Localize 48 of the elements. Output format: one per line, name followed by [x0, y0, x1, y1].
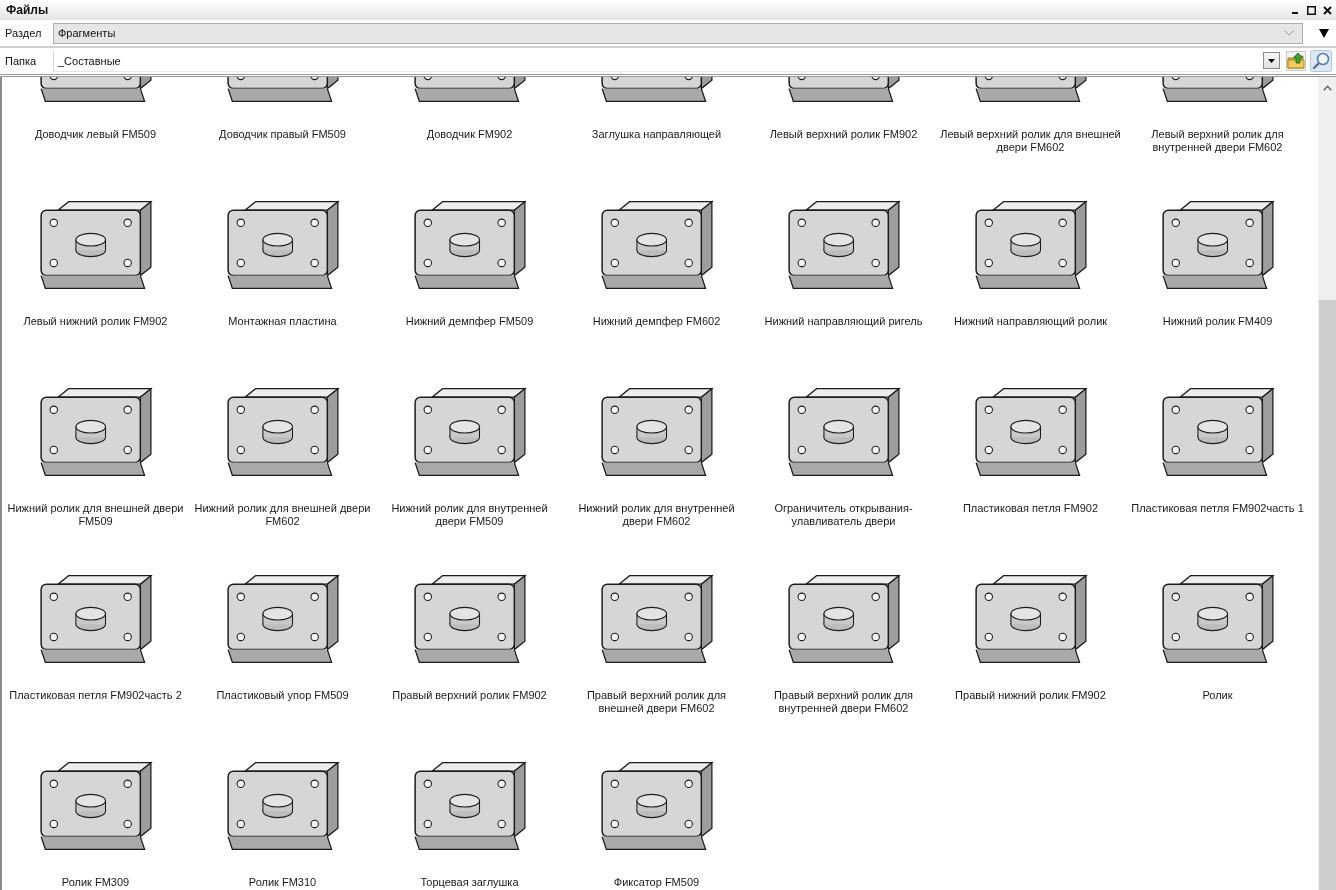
scroll-up-icon[interactable]: [1322, 85, 1332, 91]
file-name[interactable]: Доводчик FM902: [426, 128, 513, 141]
file-name[interactable]: Нижний ролик для внутренней двери FM509: [378, 502, 561, 528]
file-name[interactable]: Нижний ролик для внешней двери FM509: [4, 502, 187, 528]
file-name[interactable]: Левый нижний ролик FM902: [23, 315, 168, 328]
folder-label: Папка: [5, 55, 38, 67]
file-name[interactable]: Нижний ролик для внутренней двери FM602: [565, 502, 748, 528]
file-name[interactable]: Доводчик левый FM509: [34, 128, 157, 141]
file-name[interactable]: Нижний демпфер FM509: [405, 315, 534, 328]
file-name[interactable]: Нижний ролик FM409: [1162, 315, 1273, 328]
file-name[interactable]: Левый верхний ролик для внешней двери FM602: [939, 128, 1122, 154]
scrollbar-thumb[interactable]: [1318, 300, 1336, 890]
file-name[interactable]: Правый верхний ролик FM902: [392, 689, 547, 702]
file-name[interactable]: Нижний направляющий ригель: [764, 315, 923, 328]
file-name[interactable]: Пластиковая петля FM902часть 2: [9, 689, 182, 702]
file-name[interactable]: Фиксатор FM509: [613, 876, 700, 889]
caret-icon: [1268, 58, 1275, 63]
maximize-icon[interactable]: [1307, 5, 1316, 15]
file-name[interactable]: Левый верхний ролик для внутренней двери FM602: [1126, 128, 1309, 154]
window-title: Файлы: [6, 3, 50, 17]
file-name[interactable]: Нижний демпфер FM602: [592, 315, 721, 328]
folder-dropdown[interactable]: _Составные: [53, 50, 1282, 72]
file-name[interactable]: Пластиковая петля FM902: [962, 502, 1099, 515]
file-name[interactable]: Правый нижний ролик FM902: [955, 689, 1106, 702]
chevron-down-icon: [1284, 30, 1294, 36]
file-name[interactable]: Правый верхний ролик для внутренней двери FM602: [752, 689, 935, 715]
section-label: Раздел: [5, 27, 43, 39]
file-name[interactable]: Доводчик правый FM509: [219, 128, 346, 141]
close-icon[interactable]: [1323, 5, 1332, 15]
file-name[interactable]: Заглушка направляющей: [591, 128, 722, 141]
file-name[interactable]: Ролик FM309: [61, 876, 130, 889]
file-name[interactable]: Ролик: [1202, 689, 1233, 702]
section-dropdown[interactable]: Фрагменты: [53, 22, 1303, 44]
file-name[interactable]: Торцевая заглушка: [420, 876, 519, 889]
file-name[interactable]: Ролик FM310: [248, 876, 317, 889]
search-icon[interactable]: [1310, 50, 1332, 72]
file-name[interactable]: Нижний ролик для внешней двери FM602: [191, 502, 374, 528]
file-name[interactable]: Ограничитель открывания-улавливатель двери: [752, 502, 935, 528]
dropdown-button[interactable]: [1263, 52, 1280, 69]
triangle-down-icon[interactable]: [1319, 28, 1329, 38]
file-name[interactable]: Правый верхний ролик для внешней двери FM602: [565, 689, 748, 715]
scrollbar-track[interactable]: [1318, 77, 1336, 890]
file-name[interactable]: Пластиковая петля FM902часть 1: [1131, 502, 1304, 515]
file-name[interactable]: Нижний направляющий ролик: [953, 315, 1108, 328]
folder-up-icon[interactable]: [1286, 51, 1306, 71]
file-name[interactable]: Левый верхний ролик FM902: [769, 128, 918, 141]
file-name[interactable]: Монтажная пластина: [228, 315, 337, 328]
file-name[interactable]: Пластиковый упор FM509: [216, 689, 349, 702]
